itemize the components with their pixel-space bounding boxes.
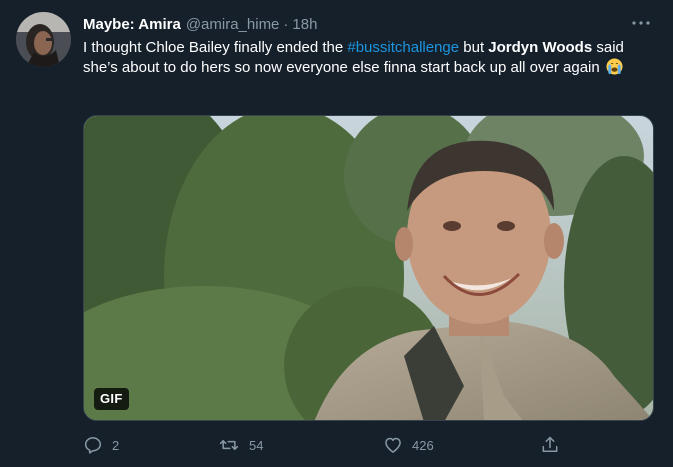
retweet-button[interactable]: 54 <box>218 433 263 457</box>
reply-button[interactable]: 2 <box>83 433 119 457</box>
user-handle[interactable]: @amira_hime <box>186 16 280 33</box>
like-count: 426 <box>412 437 434 453</box>
gif-frame-image <box>84 116 653 420</box>
tweet-text-part: I thought Chloe Bailey finally ended the <box>83 39 348 56</box>
share-upload-icon <box>542 436 558 452</box>
tweet-text: I thought Chloe Bailey finally ended the… <box>83 38 661 78</box>
retweet-count: 54 <box>249 437 264 453</box>
reply-bubble-icon <box>84 437 102 454</box>
like-button[interactable]: 426 <box>383 433 434 457</box>
timestamp[interactable]: 18h <box>292 16 317 33</box>
hashtag-link[interactable]: #bussitchallenge <box>347 39 459 56</box>
gif-badge: GIF <box>94 388 129 410</box>
tweet-header: Maybe: Amira @amira_hime · 18h <box>83 14 317 34</box>
crying-face-emoji-icon <box>606 58 623 75</box>
display-name[interactable]: Maybe: Amira <box>83 16 181 33</box>
tweet-actions-bar: 2 54 426 <box>83 433 654 457</box>
reply-count: 2 <box>112 437 120 453</box>
retweet-icon <box>219 440 239 450</box>
more-options-button[interactable] <box>628 13 654 33</box>
tweet-text-part: but <box>459 39 489 56</box>
tweet-card[interactable]: Maybe: Amira @amira_hime · 18h I thought… <box>0 0 673 467</box>
share-button[interactable] <box>540 433 560 457</box>
gif-media[interactable] <box>83 115 654 421</box>
heart-icon <box>385 437 401 453</box>
bold-name: Jordyn Woods <box>488 39 593 56</box>
separator-dot: · <box>283 15 289 33</box>
avatar[interactable] <box>16 12 71 67</box>
more-horizontal-icon <box>632 21 650 25</box>
